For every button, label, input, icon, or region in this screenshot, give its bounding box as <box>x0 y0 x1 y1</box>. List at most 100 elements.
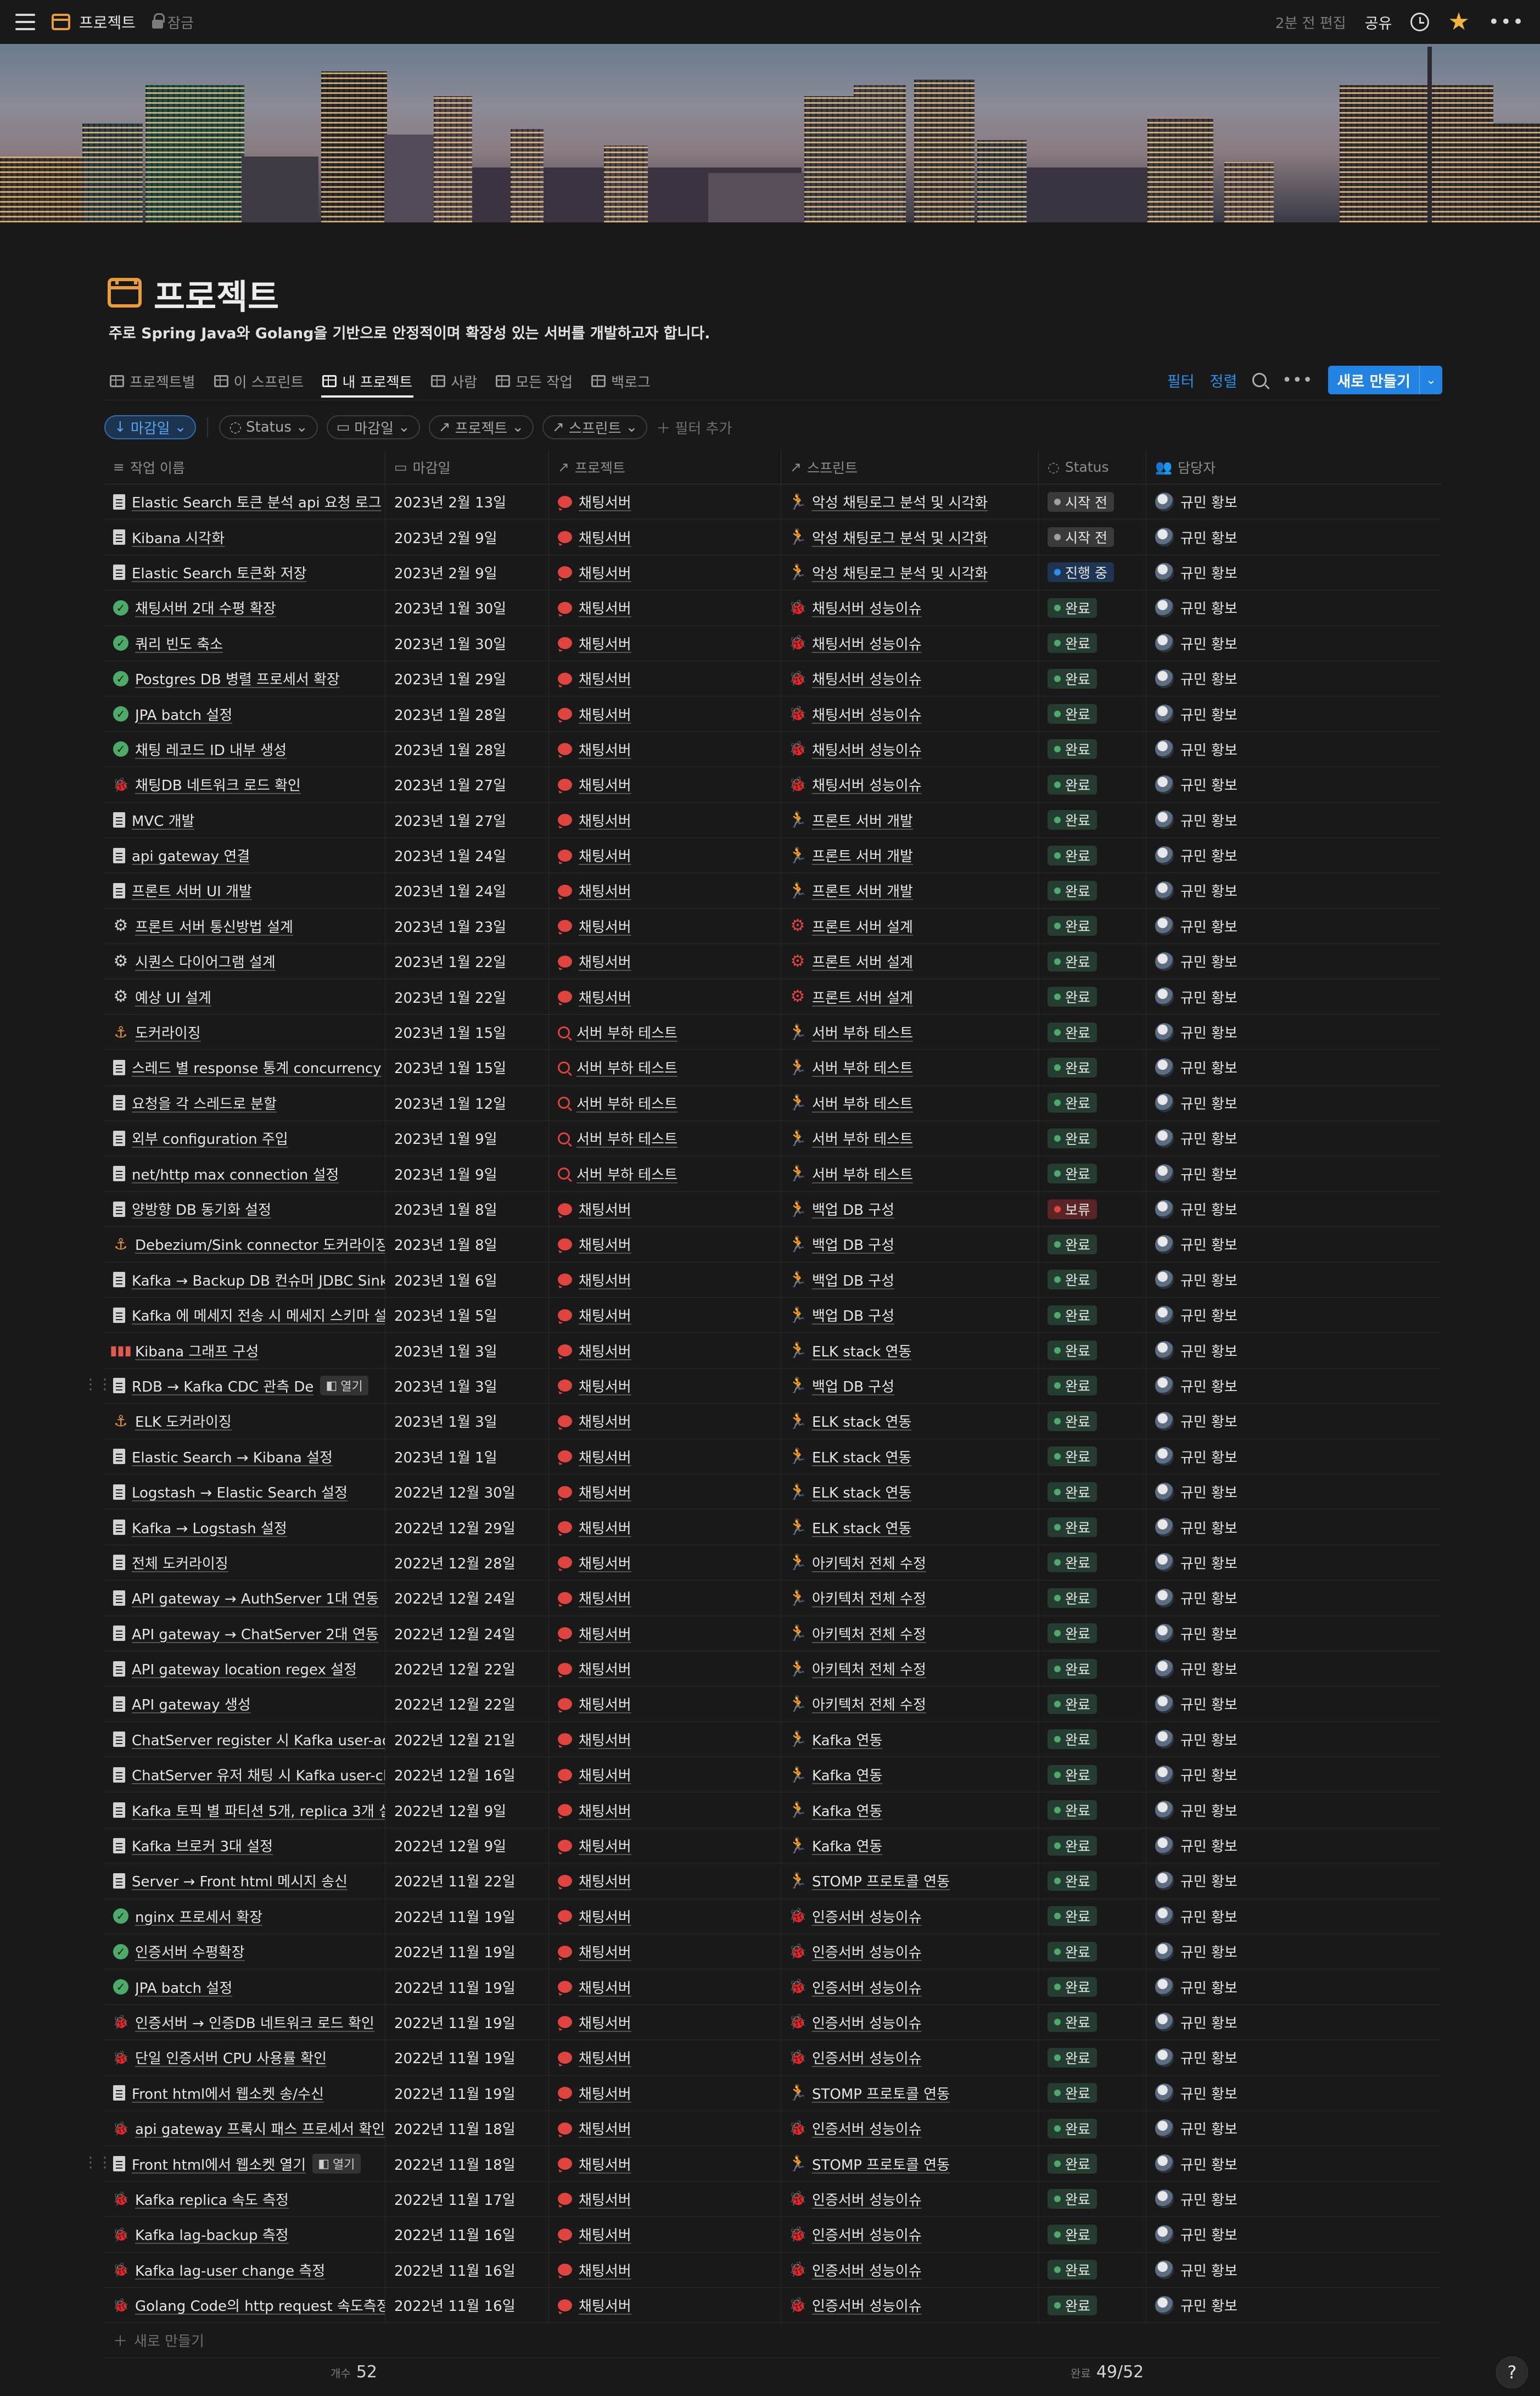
new-button-label[interactable]: 새로 만들기 <box>1328 366 1419 394</box>
status-cell[interactable]: 완료 <box>1039 1262 1146 1297</box>
owner-cell[interactable]: 규민 황보 <box>1146 1404 1441 1438</box>
project-cell[interactable]: 채팅서버 <box>549 1686 781 1722</box>
status-cell[interactable]: 완료 <box>1039 1898 1146 1934</box>
sprint-cell[interactable]: 🏃 아키텍처 전체 수정 <box>781 1686 1039 1722</box>
owner-cell[interactable]: 규민 황보 <box>1146 1263 1441 1297</box>
project-cell[interactable]: 채팅서버 <box>549 1545 781 1580</box>
due-date-cell[interactable]: 2022년 11월 19일 <box>385 1969 549 2004</box>
owner-cell[interactable]: 규민 황보 <box>1146 1616 1441 1651</box>
sprint-cell[interactable]: 🏃 서버 부하 테스트 <box>781 1156 1039 1191</box>
table-row[interactable]: ⚓ 도커라이징 2023년 1월 15일 서버 부하 테스트 🏃 서버 부하 테스트 완료 규… <box>104 1014 1441 1051</box>
owner-cell[interactable]: 규민 황보 <box>1146 1475 1441 1509</box>
project-cell[interactable]: 채팅서버 <box>549 802 781 837</box>
owner-cell[interactable]: 규민 황보 <box>1146 1580 1441 1615</box>
due-date-cell[interactable]: 2022년 12월 22일 <box>385 1651 549 1686</box>
status-cell[interactable]: 완료 <box>1039 1651 1146 1686</box>
project-cell[interactable]: 채팅서버 <box>549 767 781 802</box>
task-name-cell[interactable]: Kibana 시각화 <box>104 520 385 555</box>
table-row[interactable]: Kafka → Logstash 설정 2022년 12월 29일 채팅서버 🏃 ELK… <box>104 1510 1441 1545</box>
due-date-cell[interactable]: 2023년 1월 28일 <box>385 731 549 767</box>
table-row[interactable]: 🐞 단일 인증서버 CPU 사용률 확인 2022년 11월 19일 채팅서버 🐞 인증서… <box>104 2040 1441 2076</box>
due-date-cell[interactable]: 2023년 1월 15일 <box>385 1014 549 1050</box>
task-name-cell[interactable]: ✓ 채팅 레코드 ID 내부 생성 <box>104 731 385 767</box>
sprint-cell[interactable]: 🏃 ELK stack 연동 <box>781 1474 1039 1510</box>
sprint-cell[interactable]: 🏃 STOMP 프로토콜 연동 <box>781 2146 1039 2181</box>
table-row[interactable]: ChatServer 유저 채팅 시 Kafka user-chat 2022년 … <box>104 1757 1441 1793</box>
status-cell[interactable]: 완료 <box>1039 1333 1146 1368</box>
table-row[interactable]: ⚙ 시퀀스 다이어그램 설계 2023년 1월 22일 채팅서버 ⚙ 프론트 서버 설계 완… <box>104 944 1441 980</box>
due-date-cell[interactable]: 2023년 1월 23일 <box>385 908 549 944</box>
open-button[interactable]: ◧ 열기 <box>320 1376 368 1396</box>
owner-cell[interactable]: 규민 황보 <box>1146 1863 1441 1898</box>
task-name-cell[interactable]: 스레드 별 response 통계 concurrency <box>104 1050 385 1085</box>
due-date-cell[interactable]: 2023년 1월 1일 <box>385 1439 549 1474</box>
status-cell[interactable]: 완료 <box>1039 1014 1146 1050</box>
due-date-cell[interactable]: 2023년 1월 5일 <box>385 1297 549 1333</box>
due-date-cell[interactable]: 2022년 12월 28일 <box>385 1545 549 1580</box>
sprint-cell[interactable]: 🐞 인증서버 성능이슈 <box>781 2004 1039 2040</box>
owner-cell[interactable]: 규민 황보 <box>1146 2076 1441 2110</box>
status-cell[interactable]: 완료 <box>1039 802 1146 837</box>
sprint-cell[interactable]: 🏃 Kafka 연동 <box>781 1722 1039 1757</box>
status-cell[interactable]: 완료 <box>1039 767 1146 802</box>
project-cell[interactable]: 채팅서버 <box>549 661 781 696</box>
due-date-cell[interactable]: 2022년 11월 18일 <box>385 2110 549 2146</box>
due-date-cell[interactable]: 2023년 1월 24일 <box>385 873 549 908</box>
task-name-cell[interactable]: MVC 개발 <box>104 802 385 837</box>
due-date-cell[interactable]: 2022년 11월 19일 <box>385 2004 549 2040</box>
sprint-cell[interactable]: 🏃 백업 DB 구성 <box>781 1297 1039 1333</box>
add-filter-button[interactable]: ＋ 필터 추가 <box>656 417 732 438</box>
due-date-cell[interactable]: 2022년 11월 18일 <box>385 2146 549 2181</box>
table-row[interactable]: Kafka 토픽 별 파티션 5개, replica 3개 설정 2022년 12… <box>104 1792 1441 1828</box>
owner-cell[interactable]: 규민 황보 <box>1146 1086 1441 1120</box>
status-cell[interactable]: 완료 <box>1039 1722 1146 1757</box>
sprint-cell[interactable]: ⚙ 프론트 서버 설계 <box>781 908 1039 944</box>
project-cell[interactable]: 채팅서버 <box>549 1934 781 1969</box>
table-row[interactable]: ✓ 채팅서버 2대 수평 확장 2023년 1월 30일 채팅서버 🐞 채팅서버 성능이슈… <box>104 590 1441 626</box>
table-row[interactable]: ✓ 인증서버 수평확장 2022년 11월 19일 채팅서버 🐞 인증서버 성능이슈 완료 규… <box>104 1934 1441 1970</box>
status-cell[interactable]: 완료 <box>1039 2146 1146 2181</box>
filter-chip-status[interactable]: ◌ Status ⌄ <box>219 415 318 439</box>
status-cell[interactable]: 완료 <box>1039 908 1146 944</box>
status-cell[interactable]: 완료 <box>1039 1616 1146 1651</box>
sprint-cell[interactable]: 🏃 Kafka 연동 <box>781 1828 1039 1863</box>
more-icon[interactable]: ••• <box>1488 11 1525 33</box>
table-row[interactable]: MVC 개발 2023년 1월 27일 채팅서버 🏃 프론트 서버 개발 완료 규민 황보 <box>104 802 1441 838</box>
sprint-cell[interactable]: 🏃 서버 부하 테스트 <box>781 1014 1039 1050</box>
due-date-cell[interactable]: 2023년 1월 24일 <box>385 837 549 873</box>
task-name-cell[interactable]: ✓ JPA batch 설정 <box>104 1969 385 2004</box>
share-button[interactable]: 공유 <box>1365 12 1392 33</box>
task-name-cell[interactable]: API gateway location regex 설정 <box>104 1651 385 1686</box>
table-row[interactable]: Server → Front html 메시지 송신 2022년 11월 22일 채… <box>104 1863 1441 1899</box>
table-row[interactable]: Elastic Search 토큰 분석 api 요청 로그 2023년 2월 1… <box>104 484 1441 520</box>
project-cell[interactable]: 서버 부하 테스트 <box>549 1156 781 1191</box>
due-date-cell[interactable]: 2022년 12월 9일 <box>385 1828 549 1863</box>
filter-chip-due-date[interactable]: ▭ 마감일 ⌄ <box>326 415 420 439</box>
due-date-cell[interactable]: 2023년 1월 22일 <box>385 944 549 979</box>
status-cell[interactable]: 완료 <box>1039 2004 1146 2040</box>
owner-cell[interactable]: 규민 황보 <box>1146 1722 1441 1757</box>
owner-cell[interactable]: 규민 황보 <box>1146 2182 1441 2216</box>
due-date-cell[interactable]: 2022년 12월 22일 <box>385 1686 549 1722</box>
owner-cell[interactable]: 규민 황보 <box>1146 1227 1441 1261</box>
task-name-cell[interactable]: Elastic Search 토큰 분석 api 요청 로그 <box>104 484 385 520</box>
owner-cell[interactable]: 규민 황보 <box>1146 1333 1441 1367</box>
status-cell[interactable]: 완료 <box>1039 1156 1146 1191</box>
status-cell[interactable]: 완료 <box>1039 625 1146 661</box>
project-cell[interactable]: 채팅서버 <box>549 2040 781 2075</box>
owner-cell[interactable]: 규민 황보 <box>1146 944 1441 979</box>
sprint-cell[interactable]: 🏃 프론트 서버 개발 <box>781 837 1039 873</box>
project-cell[interactable]: 채팅서버 <box>549 1297 781 1333</box>
project-cell[interactable]: 서버 부하 테스트 <box>549 1014 781 1050</box>
status-cell[interactable]: 완료 <box>1039 1404 1146 1439</box>
owner-cell[interactable]: 규민 황보 <box>1146 1969 1441 2004</box>
project-cell[interactable]: 채팅서버 <box>549 696 781 731</box>
project-cell[interactable]: 채팅서버 <box>549 873 781 908</box>
sprint-cell[interactable]: 🏃 아키텍처 전체 수정 <box>781 1580 1039 1616</box>
sprint-cell[interactable]: 🐞 채팅서버 성능이슈 <box>781 696 1039 731</box>
done-aggregate[interactable]: 완료 49/52 <box>1071 2363 1144 2382</box>
tab-1[interactable]: 이 스프린트 <box>213 365 305 398</box>
task-name-cell[interactable]: ⚙ 예상 UI 설계 <box>104 979 385 1014</box>
sprint-cell[interactable]: 🏃 백업 DB 구성 <box>781 1368 1039 1404</box>
due-date-cell[interactable]: 2022년 12월 24일 <box>385 1616 549 1651</box>
